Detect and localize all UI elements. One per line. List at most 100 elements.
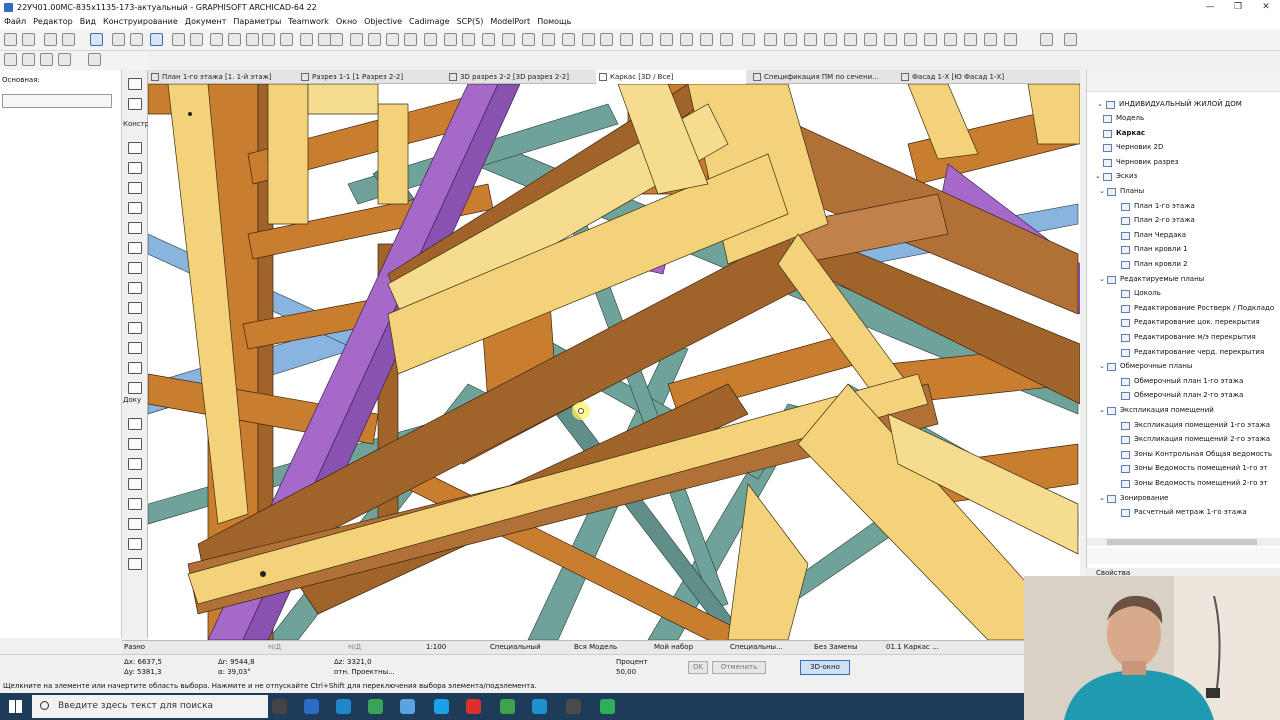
toolbar-button-10[interactable] (210, 33, 223, 46)
scale-dropdown[interactable]: 1:100 (426, 643, 446, 651)
toolbar-button-25[interactable] (482, 33, 495, 46)
toolbar-button-45[interactable] (884, 33, 897, 46)
tool-3[interactable] (128, 162, 142, 174)
toolbar2-button-2[interactable] (40, 53, 53, 66)
navigator-item[interactable]: Черновик разрез (1103, 158, 1178, 167)
menu-item-1[interactable]: Редактор (33, 17, 73, 26)
chevron-down-icon[interactable]: ⌄ (1099, 362, 1105, 370)
tool-2[interactable] (128, 142, 142, 154)
toolbar-button-5[interactable] (112, 33, 125, 46)
navigator-item[interactable]: Экспликация помещений 1-го этажа (1121, 421, 1270, 430)
navigator-item[interactable]: ⌄ Экспликация помещений (1099, 406, 1214, 415)
toolbar-button-26[interactable] (502, 33, 515, 46)
taskbar-app-icon[interactable] (566, 699, 581, 714)
toolbar2-button-1[interactable] (22, 53, 35, 66)
layer-combination-dropdown[interactable]: Специальный (490, 643, 541, 651)
windows-start-icon[interactable] (9, 700, 22, 713)
navigator-item[interactable]: План кровли 1 (1121, 245, 1188, 255)
toolbar-button-3[interactable] (62, 33, 75, 46)
navigator-item[interactable]: План 1-го этажа (1121, 202, 1195, 211)
maximize-icon[interactable]: ❐ (1224, 0, 1252, 14)
toolbar2-button-0[interactable] (4, 53, 17, 66)
navigator-item[interactable]: Расчетный метраж 1-го этажа (1121, 508, 1247, 518)
menu-item-11[interactable]: ModelPort (490, 17, 530, 26)
pen-set-dropdown[interactable]: Мой набор (654, 643, 693, 651)
tool-17[interactable] (128, 458, 142, 470)
tool-15[interactable] (128, 418, 142, 430)
navigator-item[interactable]: Черновик 2D (1103, 143, 1163, 153)
toolbar-button-42[interactable] (824, 33, 837, 46)
menu-item-2[interactable]: Вид (80, 17, 96, 26)
chevron-down-icon[interactable]: ⌄ (1099, 275, 1105, 283)
toolbar-button-30[interactable] (582, 33, 595, 46)
ok-button[interactable]: OK (688, 661, 708, 674)
navigator-item[interactable]: План Чердака (1121, 231, 1186, 240)
view-name-dropdown[interactable]: 01.1 Каркас ... (886, 643, 939, 651)
toolbar-button-18[interactable] (350, 33, 363, 46)
toolbar-button-12[interactable] (246, 33, 259, 46)
taskbar-search-box[interactable]: Введите здесь текст для поиска (32, 695, 268, 718)
tab-0[interactable]: План 1-го этажа [1. 1-й этаж] (148, 70, 288, 84)
tool-9[interactable] (128, 282, 142, 294)
navigator-item[interactable]: ⌄ Обмерочные планы (1099, 362, 1192, 372)
selection-method-control[interactable] (2, 94, 112, 108)
taskbar-app-icon[interactable] (304, 699, 319, 714)
navigator-item[interactable]: Редактирование Ростверк / Подкладо (1121, 304, 1274, 313)
close-icon[interactable]: ✕ (1252, 0, 1280, 14)
tool-4[interactable] (128, 182, 142, 194)
tab-1[interactable]: Разрез 1-1 [1 Разрез 2-2] (298, 70, 438, 84)
tool-16[interactable] (128, 438, 142, 450)
percent-value[interactable]: 50,00 (616, 668, 636, 676)
toolbar-button-7[interactable] (150, 33, 163, 46)
tool-21[interactable] (128, 538, 142, 550)
toolbar-button-2[interactable] (44, 33, 57, 46)
toolbar-button-4[interactable] (90, 33, 103, 46)
toolbar-button-20[interactable] (386, 33, 399, 46)
toolbar-button-46[interactable] (904, 33, 917, 46)
toolbar-button-41[interactable] (804, 33, 817, 46)
chevron-down-icon[interactable]: ⌄ (1099, 494, 1105, 502)
toolbar-button-19[interactable] (368, 33, 381, 46)
menu-item-8[interactable]: Objective (364, 17, 402, 26)
chevron-down-icon[interactable]: ⌄ (1097, 100, 1103, 108)
toolbar-button-27[interactable] (522, 33, 535, 46)
chevron-down-icon[interactable]: ⌄ (1095, 172, 1101, 180)
taskbar-app-icon[interactable] (466, 699, 481, 714)
toolbar-button-1[interactable] (22, 33, 35, 46)
navigator-item[interactable]: ⌄ Планы (1099, 187, 1144, 196)
navigator-item[interactable]: План кровли 2 (1121, 260, 1188, 269)
toolbar2-button-3[interactable] (58, 53, 71, 66)
toolbar-button-29[interactable] (562, 33, 575, 46)
tool-6[interactable] (128, 222, 142, 234)
tool-18[interactable] (128, 478, 142, 490)
navigator-item[interactable]: Обмерочный план 1-го этажа (1121, 377, 1243, 386)
toolbar-button-0[interactable] (4, 33, 17, 46)
toolbar-button-9[interactable] (190, 33, 203, 46)
toolbar-button-34[interactable] (660, 33, 673, 46)
navigator-item[interactable]: Зоны Ведомость помещений 2-го эт (1121, 479, 1268, 488)
toolbar-button-53[interactable] (1064, 33, 1077, 46)
chevron-down-icon[interactable]: ⌄ (1099, 406, 1105, 414)
toolbar-button-43[interactable] (844, 33, 857, 46)
tab-5[interactable]: Фасад 1-X [Ю Фасад 1-X] (898, 70, 1038, 84)
delta-r-value[interactable]: Δr: 9544,8 (218, 658, 255, 666)
toolbar-button-35[interactable] (680, 33, 693, 46)
tool-13[interactable] (128, 362, 142, 374)
toolbar-button-52[interactable] (1040, 33, 1053, 46)
toolbar-button-38[interactable] (742, 33, 755, 46)
cancel-button[interactable]: Отменить (712, 661, 766, 674)
navigator-item[interactable]: Цоколь (1121, 289, 1161, 299)
toolbar-button-32[interactable] (620, 33, 633, 46)
reference-dropdown[interactable]: отн. Проектны... (334, 668, 395, 676)
toolbar-button-51[interactable] (1004, 33, 1017, 46)
chevron-down-icon[interactable]: ⌄ (1099, 187, 1105, 195)
tool-11[interactable] (128, 322, 142, 334)
navigator-item[interactable]: Модель (1103, 114, 1144, 123)
taskbar-app-icon[interactable] (400, 699, 415, 714)
tab-4[interactable]: Спецификация ПМ по сечени... (750, 70, 890, 84)
taskbar-app-icon[interactable] (500, 699, 515, 714)
toolbar-button-13[interactable] (262, 33, 275, 46)
toolbar-button-6[interactable] (130, 33, 143, 46)
menu-item-5[interactable]: Параметры (233, 17, 281, 26)
delta-y-value[interactable]: Δy: 5381,3 (124, 668, 162, 676)
